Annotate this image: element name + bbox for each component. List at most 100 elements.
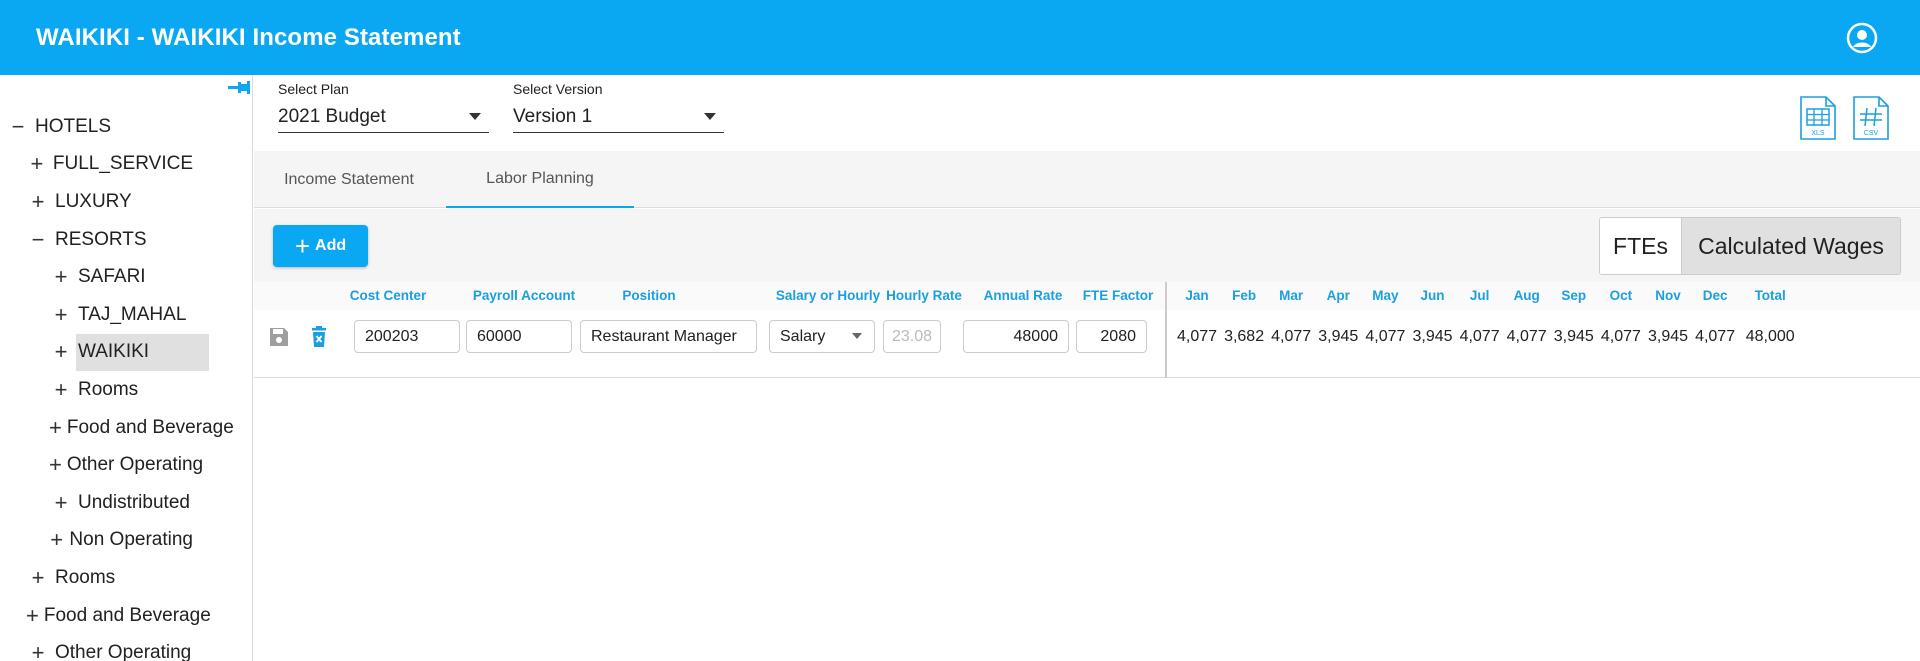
tree-item[interactable]: + Rooms (0, 371, 252, 409)
expand-icon[interactable]: + (49, 302, 73, 328)
calculated-wages-toggle-button[interactable]: Calculated Wages (1682, 218, 1900, 274)
tree-item[interactable]: + Food and Beverage (0, 409, 252, 447)
header-position[interactable]: Position (580, 282, 718, 310)
version-select-box[interactable]: Version 1 (513, 101, 724, 133)
account-circle-icon[interactable] (1846, 22, 1878, 54)
position-input[interactable]: Restaurant Manager (580, 320, 757, 353)
header-month-jun[interactable]: Jun (1410, 282, 1456, 310)
hierarchy-tree: − HOTELS + FULL_SERVICE + LUXURY − RESORTS + SAFA… (0, 108, 252, 661)
table-row[interactable]: 200203 60000 Restaurant Manager Salary 2… (254, 310, 1920, 378)
tree-item[interactable]: + TAJ_MAHAL (0, 296, 252, 334)
expand-icon[interactable]: + (26, 603, 39, 629)
chevron-down-icon (852, 333, 862, 339)
add-button[interactable]: + Add (273, 225, 368, 267)
header-month-mar[interactable]: Mar (1268, 282, 1314, 310)
header-month-may[interactable]: May (1362, 282, 1408, 310)
collapse-icon[interactable]: − (26, 227, 50, 253)
header-month-aug[interactable]: Aug (1504, 282, 1550, 310)
tree-item[interactable]: + Other Operating (0, 446, 252, 484)
header-month-dec[interactable]: Dec (1692, 282, 1738, 310)
month-value-aug: 4,077 (1506, 328, 1547, 345)
tree-item[interactable]: + LUXURY (0, 183, 252, 221)
tab-labor-planning[interactable]: Labor Planning (446, 151, 634, 208)
version-select[interactable]: Select Version Version 1 (513, 81, 724, 133)
tree-item[interactable]: + SAFARI (0, 258, 252, 296)
expand-icon[interactable]: + (26, 189, 50, 215)
add-button-label: Add (315, 237, 347, 254)
tree-item-label: HOTELS (35, 115, 112, 137)
xls-export-icon[interactable]: XLS (1798, 95, 1838, 141)
tree-item[interactable]: + Food and Beverage (0, 597, 252, 635)
month-value-mar: 4,077 (1271, 328, 1312, 345)
expand-icon[interactable]: + (49, 490, 73, 516)
tab-income-statement[interactable]: Income Statement (254, 151, 444, 208)
header-month-jul[interactable]: Jul (1457, 282, 1503, 310)
header-annual-rate[interactable]: Annual Rate (972, 282, 1074, 310)
cost-center-input[interactable]: 200203 (354, 320, 460, 353)
expand-icon[interactable]: + (49, 264, 73, 290)
month-value-oct: 4,077 (1600, 328, 1641, 345)
hourly-rate-input: 23.08 (883, 320, 941, 353)
expand-icon[interactable]: + (49, 415, 62, 441)
tree-item[interactable]: − HOTELS (0, 108, 252, 146)
month-value-nov: 3,945 (1647, 328, 1689, 345)
tree-item-label: WAIKIKI (76, 333, 210, 372)
fte-toggle-button[interactable]: FTEs (1600, 218, 1682, 274)
grid-toolbar: + Add FTEs Calculated Wages (254, 209, 1920, 282)
header-month-feb[interactable]: Feb (1221, 282, 1267, 310)
collapse-icon[interactable]: − (6, 114, 30, 140)
header-month-oct[interactable]: Oct (1598, 282, 1644, 310)
tree-item[interactable]: + Non Operating (0, 522, 252, 560)
tree-item[interactable]: + WAIKIKI (0, 333, 252, 372)
version-select-label: Select Version (513, 81, 603, 97)
page-title: WAIKIKI - WAIKIKI Income Statement (36, 23, 461, 51)
header-payroll-account[interactable]: Payroll Account (468, 282, 580, 310)
main-content: Select Plan 2021 Budget Select Version V… (254, 75, 1920, 661)
tree-item-label: SAFARI (78, 266, 146, 288)
header-month-sep[interactable]: Sep (1551, 282, 1597, 310)
column-divider (1165, 282, 1167, 378)
header-month-total[interactable]: Total (1743, 282, 1797, 310)
plan-select-label: Select Plan (278, 81, 349, 97)
annual-rate-input[interactable]: 48000 (963, 320, 1069, 353)
header-salary-or-hourly[interactable]: Salary or Hourly (772, 282, 884, 310)
tree-item[interactable]: + Rooms (0, 559, 252, 597)
tree-item-label: Other Operating (55, 642, 192, 661)
payroll-account-input[interactable]: 60000 (466, 320, 572, 353)
header-month-jan[interactable]: Jan (1174, 282, 1220, 310)
tree-item-label: Rooms (55, 566, 116, 588)
salary-or-hourly-select[interactable]: Salary (769, 320, 875, 353)
expand-icon[interactable]: + (26, 565, 50, 591)
version-select-value: Version 1 (513, 105, 593, 127)
expand-icon[interactable]: + (49, 377, 73, 403)
tree-item[interactable]: + FULL_SERVICE (0, 146, 252, 184)
expand-icon[interactable]: + (49, 339, 73, 365)
tree-item[interactable]: + Other Operating (0, 634, 252, 661)
header-fte-factor[interactable]: FTE Factor (1078, 282, 1158, 310)
header-cost-center[interactable]: Cost Center (338, 282, 438, 310)
pin-icon[interactable] (228, 79, 250, 97)
tree-item[interactable]: − RESORTS (0, 221, 252, 259)
expand-icon[interactable]: + (49, 527, 64, 553)
tab-bar: Income Statement Labor Planning (254, 151, 1920, 208)
hierarchy-sidebar: − HOTELS + FULL_SERVICE + LUXURY − RESORTS + SAFA… (0, 75, 253, 661)
plan-select[interactable]: Select Plan 2021 Budget (278, 81, 489, 133)
salary-or-hourly-value: Salary (780, 327, 826, 345)
tree-item-label: Undistributed (78, 491, 190, 513)
labor-grid: Cost Center Payroll Account Position Sal… (254, 282, 1920, 378)
tree-item-label: RESORTS (55, 228, 147, 250)
header-month-nov[interactable]: Nov (1645, 282, 1691, 310)
plan-select-box[interactable]: 2021 Budget (278, 101, 489, 133)
delete-icon[interactable] (307, 324, 331, 350)
month-value-jan: 4,077 (1176, 328, 1218, 345)
fte-factor-input[interactable]: 2080 (1076, 320, 1147, 353)
tree-item-label: Food and Beverage (66, 416, 234, 438)
expand-icon[interactable]: + (26, 640, 50, 661)
csv-export-icon[interactable]: CSV (1851, 95, 1891, 141)
tree-item[interactable]: + Undistributed (0, 484, 252, 522)
expand-icon[interactable]: + (26, 151, 48, 177)
expand-icon[interactable]: + (49, 452, 62, 478)
header-month-apr[interactable]: Apr (1315, 282, 1361, 310)
header-hourly-rate[interactable]: Hourly Rate (882, 282, 966, 310)
save-icon[interactable] (267, 324, 291, 350)
